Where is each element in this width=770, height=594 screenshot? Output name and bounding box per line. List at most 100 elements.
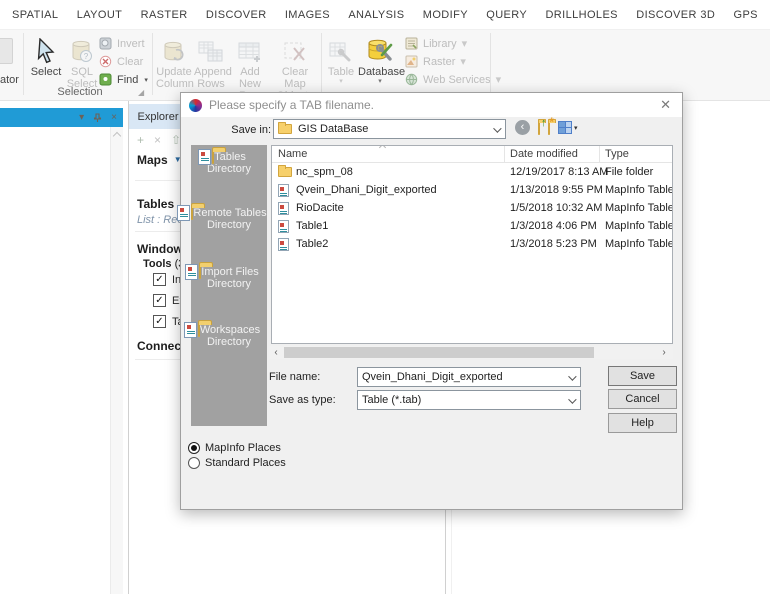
selection-dialog-launcher-icon[interactable]: ◢ [138, 88, 144, 97]
tab-discover[interactable]: DISCOVER [206, 9, 267, 21]
find-icon [98, 73, 113, 86]
column-divider[interactable] [599, 146, 600, 163]
file-row[interactable]: nc_spm_08 12/19/2017 8:13 AM File folder [272, 163, 672, 181]
help-button[interactable]: Help [608, 413, 677, 433]
web-services-icon [404, 73, 419, 86]
column-header-type[interactable]: Type [605, 148, 629, 160]
clear-selection-button: Clear [98, 53, 143, 70]
map-window: ▾ × [0, 101, 123, 594]
ribbon: ator Select ? SQL Select Invert Clear [0, 30, 770, 101]
tab-analysis[interactable]: ANALYSIS [348, 9, 404, 21]
file-row[interactable]: RioDacite 1/5/2018 10:32 AM MapInfo Tabl… [272, 199, 672, 217]
scroll-right-icon[interactable]: › [657, 347, 671, 358]
folder-table-icon [199, 265, 201, 279]
sidebar-item-tables-directory[interactable]: Tables Directory [191, 151, 267, 175]
up-one-level-button[interactable]: ↑ [538, 122, 540, 134]
tab-layout[interactable]: LAYOUT [77, 9, 123, 21]
column-header-name[interactable]: Name [278, 148, 307, 160]
file-name: RioDacite [296, 202, 344, 214]
checkbox-checked-icon[interactable]: ✓ [153, 294, 166, 307]
ribbon-tab-bar: SPATIAL LAYOUT RASTER DISCOVER IMAGES AN… [0, 0, 770, 30]
library-icon [404, 37, 419, 50]
database-dropdown-arrow-icon[interactable]: ▾ [358, 78, 402, 86]
database-menu-button[interactable]: Database ▾ [358, 32, 402, 98]
append-rows-icon [194, 32, 228, 64]
update-column-button: Update Column [156, 32, 192, 98]
remove-icon[interactable]: × [154, 133, 161, 147]
sidebar-item-remote-tables-directory[interactable]: Remote Tables Directory [191, 207, 267, 231]
folder-table-icon [198, 323, 200, 337]
radio-label: MapInfo Places [205, 442, 281, 454]
dialog-titlebar[interactable]: Please specify a TAB filename. ✕ [181, 93, 682, 117]
file-name: Table1 [296, 220, 328, 232]
tab-drillholes[interactable]: DRILLHOLES [545, 9, 617, 21]
file-row[interactable]: Table2 1/3/2018 5:23 PM MapInfo Table [272, 235, 672, 253]
tools-label: Tools [143, 258, 172, 270]
mapinfo-places-radio[interactable]: MapInfo Places [188, 442, 281, 454]
sidebar-item-import-files-directory[interactable]: Import Files Directory [191, 266, 267, 290]
add-icon[interactable]: + [137, 133, 144, 147]
tab-gps[interactable]: GPS [733, 9, 757, 21]
scrollbar-thumb[interactable] [284, 347, 594, 358]
tab-images[interactable]: IMAGES [285, 9, 330, 21]
tab-query[interactable]: QUERY [486, 9, 527, 21]
column-divider[interactable] [504, 146, 505, 163]
new-folder-button[interactable]: * [548, 122, 550, 134]
file-row[interactable]: Qvein_Dhani_Digit_exported 1/13/2018 9:5… [272, 181, 672, 199]
map-window-titlebar[interactable]: ▾ × [0, 108, 123, 127]
standard-places-radio[interactable]: Standard Places [188, 457, 286, 469]
sidebar-item-workspaces-directory[interactable]: Workspaces Directory [191, 324, 267, 348]
pin-icon[interactable] [93, 113, 102, 123]
column-header-date-modified[interactable]: Date modified [510, 148, 578, 160]
checkbox-checked-icon[interactable]: ✓ [153, 315, 166, 328]
add-new-row-icon [229, 32, 271, 64]
save-as-type-dropdown[interactable]: Table (*.tab) [357, 390, 581, 410]
group-separator [152, 33, 153, 95]
web-services-dropdown-arrow-icon: ▾ [496, 73, 502, 86]
back-button[interactable]: ‹ [515, 120, 530, 135]
scroll-left-icon[interactable]: ‹ [269, 347, 283, 358]
file-date: 1/13/2018 9:55 PM [510, 184, 603, 196]
radio-selected-icon[interactable] [188, 442, 200, 454]
close-icon[interactable]: ✕ [657, 97, 674, 113]
sql-select-icon: ? [66, 32, 98, 64]
cancel-button[interactable]: Cancel [608, 389, 677, 409]
tab-raster[interactable]: RASTER [141, 9, 188, 21]
find-dropdown-arrow-icon[interactable]: ▾ [144, 76, 148, 84]
group-separator [23, 33, 24, 95]
explorer-section-maps[interactable]: Maps▼ [137, 153, 182, 167]
map-vertical-scrollbar[interactable] [110, 127, 123, 594]
tab-modify[interactable]: MODIFY [423, 9, 468, 21]
chevron-down-icon[interactable] [568, 395, 576, 403]
select-cursor-icon [26, 32, 66, 64]
explorer-tab[interactable]: Explorer [129, 104, 187, 129]
explorer-section-tools[interactable]: Tools (3 [143, 258, 184, 270]
checkbox-checked-icon[interactable]: ✓ [153, 273, 166, 286]
file-date: 1/5/2018 10:32 AM [510, 202, 602, 214]
invert-selection-button: Invert [98, 35, 145, 52]
tab-discover-3d[interactable]: DISCOVER 3D [636, 9, 715, 21]
scroll-up-icon[interactable] [113, 132, 121, 140]
save-button[interactable]: Save [608, 366, 677, 386]
raster-icon [404, 55, 419, 68]
chevron-down-icon[interactable]: ▾ [79, 113, 84, 123]
tables-label: Tables [137, 197, 174, 211]
close-icon[interactable]: × [111, 113, 117, 123]
file-name-input[interactable]: Qvein_Dhani_Digit_exported [357, 367, 581, 387]
raster-dropdown-arrow-icon: ▾ [460, 55, 466, 68]
view-menu-button[interactable]: ▾ [558, 121, 578, 134]
web-services-menu-button: Web Services ▾ [404, 71, 501, 88]
mapinfo-table-icon [278, 220, 289, 233]
folder-icon [538, 121, 540, 135]
folder-icon [278, 124, 292, 134]
tab-spatial[interactable]: SPATIAL [12, 9, 58, 21]
file-type: MapInfo Table [605, 238, 673, 250]
mapinfo-table-icon [278, 238, 289, 251]
save-in-dropdown[interactable]: GIS DataBase [273, 119, 506, 139]
file-type: MapInfo Table [605, 220, 673, 232]
chevron-down-icon[interactable] [493, 124, 501, 132]
horizontal-scrollbar[interactable]: ‹ › [269, 346, 673, 359]
chevron-down-icon[interactable] [568, 372, 576, 380]
radio-unselected-icon[interactable] [188, 457, 200, 469]
file-row[interactable]: Table1 1/3/2018 4:06 PM MapInfo Table [272, 217, 672, 235]
